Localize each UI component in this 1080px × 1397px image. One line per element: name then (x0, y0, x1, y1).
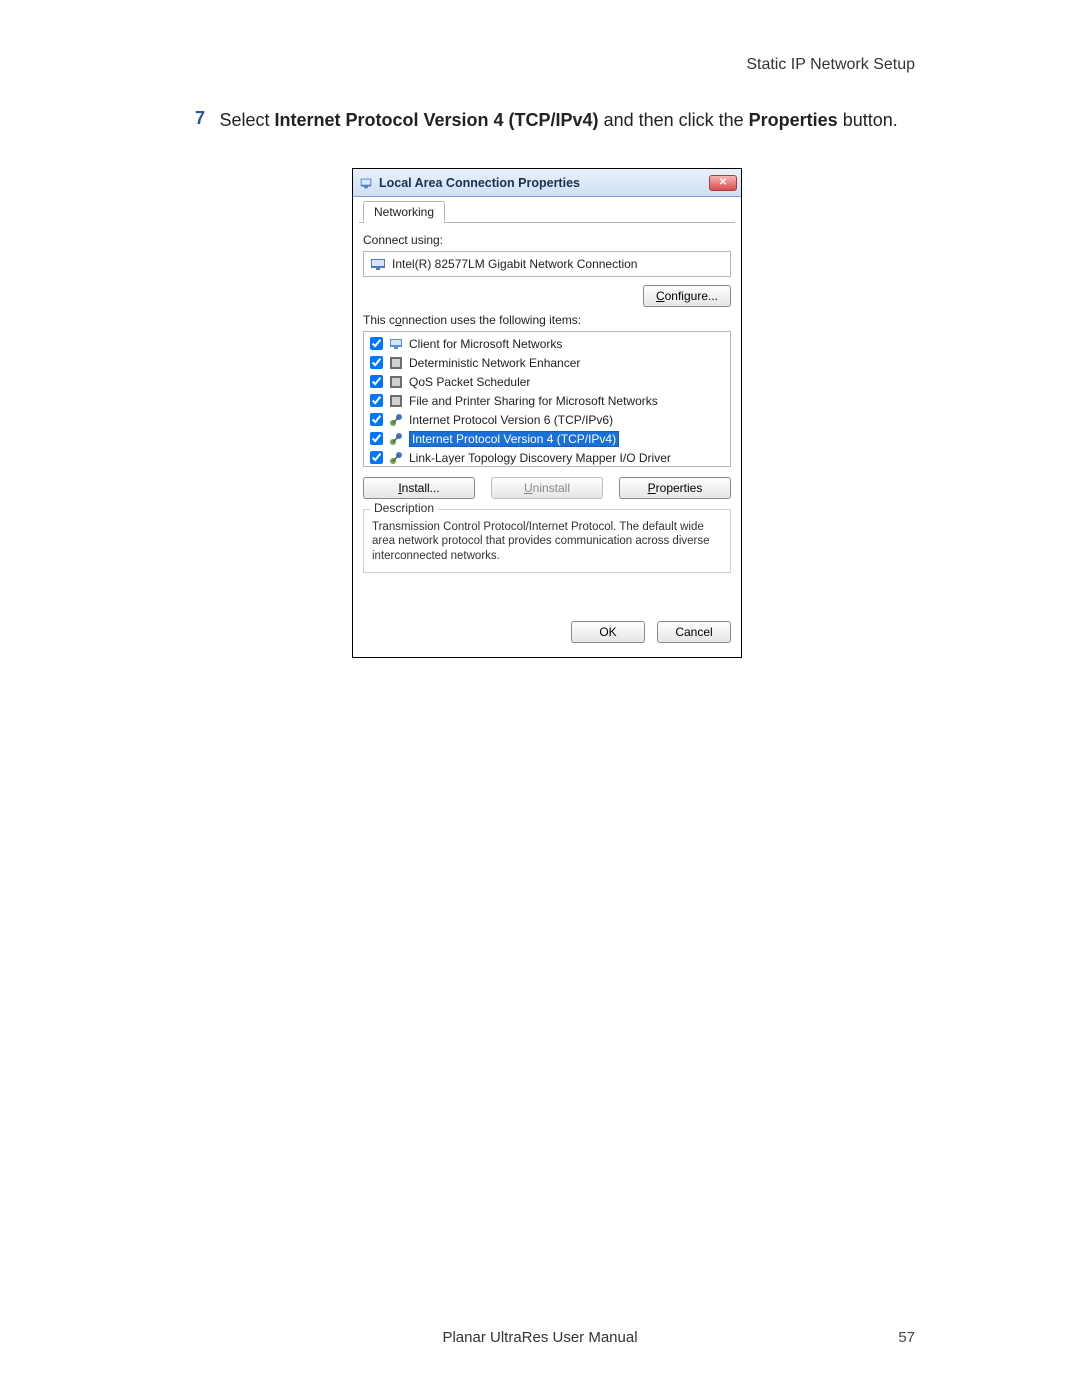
item-label: Internet Protocol Version 6 (TCP/IPv6) (409, 413, 613, 427)
description-group: Description Transmission Control Protoco… (363, 509, 731, 573)
item-label: File and Printer Sharing for Microsoft N… (409, 394, 658, 408)
item-checkbox[interactable] (370, 394, 383, 407)
item-checkbox[interactable] (370, 337, 383, 350)
step-bold-2: Properties (749, 110, 838, 130)
adapter-name: Intel(R) 82577LM Gigabit Network Connect… (392, 257, 637, 271)
step-number: 7 (185, 108, 205, 129)
item-label: Link-Layer Topology Discovery Mapper I/O… (409, 451, 671, 465)
item-checkbox[interactable] (370, 375, 383, 388)
properties-button[interactable]: Properties (619, 477, 731, 499)
page-header: Static IP Network Setup (746, 56, 915, 74)
step-prefix: Select (219, 110, 274, 130)
description-label: Description (370, 501, 438, 516)
item-label: Deterministic Network Enhancer (409, 356, 580, 370)
page-number: 57 (898, 1329, 915, 1346)
connect-using-label: Connect using: (363, 233, 731, 247)
nic-icon (370, 256, 386, 272)
tab-strip: Networking (359, 201, 735, 223)
item-buttons-row: Install... Uninstall Properties (363, 477, 731, 499)
item-label: QoS Packet Scheduler (409, 375, 530, 389)
list-item[interactable]: Client for Microsoft Networks (364, 334, 730, 353)
list-item[interactable]: QoS Packet Scheduler (364, 372, 730, 391)
uninstall-accel: U (524, 481, 533, 495)
list-item[interactable]: File and Printer Sharing for Microsoft N… (364, 391, 730, 410)
page-footer: Planar UltraRes User Manual 57 (0, 1329, 1080, 1353)
uninstall-rest: ninstall (533, 481, 570, 495)
uninstall-button: Uninstall (491, 477, 603, 499)
properties-rest: roperties (656, 481, 703, 495)
service-icon (389, 356, 403, 370)
item-label: Client for Microsoft Networks (409, 337, 562, 351)
step-mid: and then click the (599, 110, 749, 130)
protocol-icon (389, 413, 403, 427)
ok-cancel-row: OK Cancel (363, 611, 731, 647)
list-item[interactable]: Deterministic Network Enhancer (364, 353, 730, 372)
protocol-icon (389, 451, 403, 465)
service-icon (389, 394, 403, 408)
properties-accel: P (648, 481, 656, 495)
adapter-field[interactable]: Intel(R) 82577LM Gigabit Network Connect… (363, 251, 731, 277)
uses-items-rest: nnection uses the following items: (402, 313, 581, 327)
step-bold-1: Internet Protocol Version 4 (TCP/IPv4) (274, 110, 598, 130)
configure-accel: C (656, 289, 665, 303)
install-rest: nstall... (402, 481, 440, 495)
description-text: Transmission Control Protocol/Internet P… (372, 521, 710, 562)
install-button[interactable]: Install... (363, 477, 475, 499)
close-button[interactable]: ✕ (709, 175, 737, 191)
client-icon (389, 337, 403, 351)
list-item[interactable]: Internet Protocol Version 6 (TCP/IPv6) (364, 410, 730, 429)
dialog-body: Networking Connect using: Intel(R) 82577… (353, 197, 741, 657)
dialog-title-bar[interactable]: Local Area Connection Properties ✕ (353, 169, 741, 197)
connection-items-list[interactable]: Client for Microsoft Networks Determinis… (363, 331, 731, 467)
item-checkbox[interactable] (370, 413, 383, 426)
tab-networking[interactable]: Networking (363, 201, 445, 223)
step-suffix: button. (838, 110, 898, 130)
uses-items-label: This connection uses the following items… (363, 313, 731, 327)
step-text: Select Internet Protocol Version 4 (TCP/… (219, 108, 899, 132)
connection-properties-dialog: Local Area Connection Properties ✕ Netwo… (352, 168, 742, 658)
configure-rest: onfigure... (665, 289, 718, 303)
step-block: 7 Select Internet Protocol Version 4 (TC… (185, 108, 915, 132)
ok-button[interactable]: OK (571, 621, 645, 643)
item-checkbox[interactable] (370, 432, 383, 445)
configure-button[interactable]: Configure... (643, 285, 731, 307)
list-item[interactable]: Link-Layer Topology Discovery Mapper I/O… (364, 448, 730, 467)
service-icon (389, 375, 403, 389)
item-checkbox[interactable] (370, 451, 383, 464)
uses-items-accel: o (395, 313, 402, 327)
item-label-selected: Internet Protocol Version 4 (TCP/IPv4) (409, 431, 619, 447)
uses-items-prefix: This c (363, 313, 395, 327)
protocol-icon (389, 432, 403, 446)
network-adapter-icon (359, 176, 373, 190)
footer-center: Planar UltraRes User Manual (442, 1329, 637, 1346)
list-item[interactable]: Internet Protocol Version 4 (TCP/IPv4) (364, 429, 730, 448)
cancel-button[interactable]: Cancel (657, 621, 731, 643)
item-checkbox[interactable] (370, 356, 383, 369)
dialog-title: Local Area Connection Properties (379, 176, 703, 190)
